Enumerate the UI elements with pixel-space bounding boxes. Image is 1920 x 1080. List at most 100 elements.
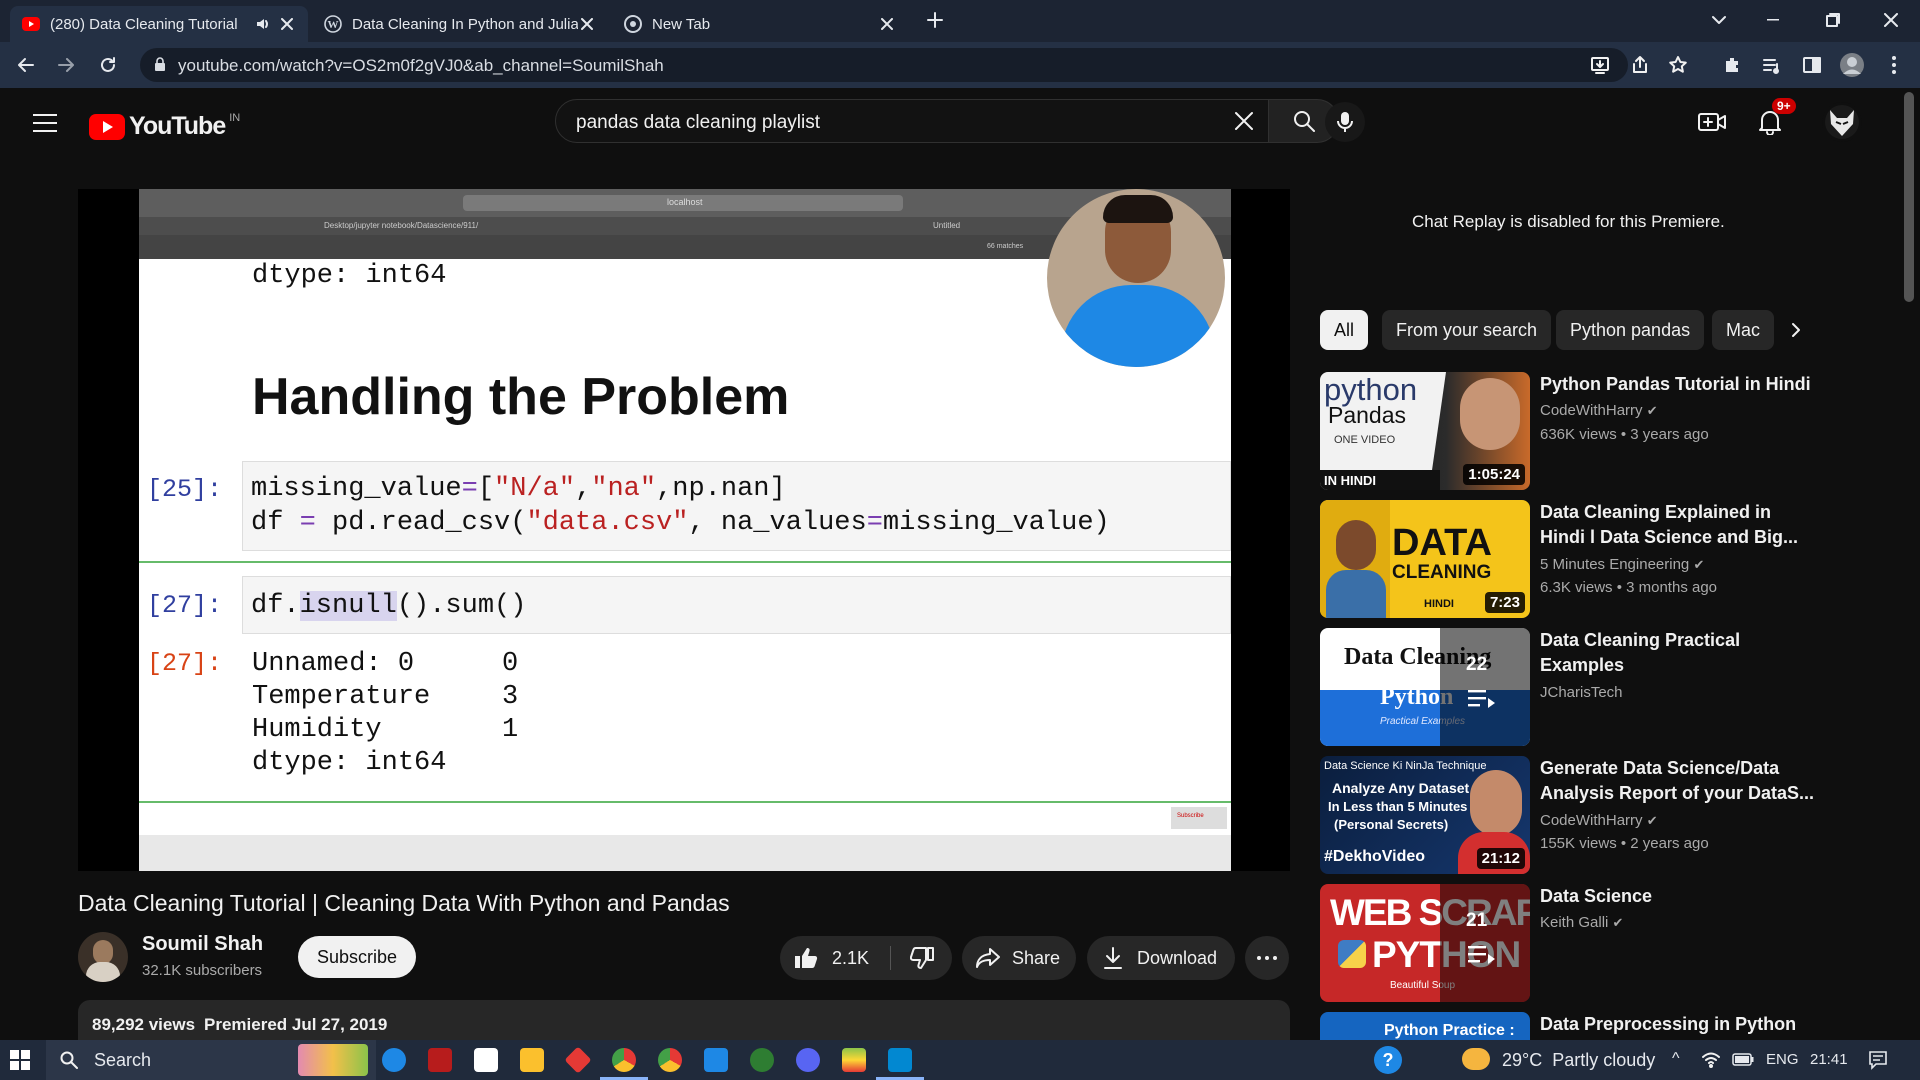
restore-icon[interactable] — [1810, 0, 1856, 40]
vscode-icon[interactable] — [888, 1048, 912, 1072]
reload-icon[interactable] — [92, 49, 124, 81]
app-icon[interactable] — [704, 1048, 728, 1072]
chip-all[interactable]: All — [1320, 310, 1369, 350]
share-page-icon[interactable] — [1630, 55, 1650, 80]
output-dtype: dtype: int64 — [252, 748, 447, 778]
account-avatar[interactable] — [1822, 102, 1862, 142]
voice-search-button[interactable] — [1325, 102, 1365, 142]
minimize-icon[interactable] — [1750, 0, 1796, 40]
bookmark-star-icon[interactable] — [1668, 55, 1688, 80]
edge-icon[interactable] — [382, 1048, 406, 1072]
xbox-icon[interactable] — [750, 1048, 774, 1072]
video-title: Python Pandas Tutorial in Hindi — [1540, 374, 1811, 394]
youtube-logo[interactable]: YouTube IN — [89, 112, 240, 141]
channel-name[interactable]: Soumil Shah — [142, 933, 263, 956]
side-panel-icon[interactable] — [1796, 49, 1828, 81]
clock-time[interactable]: 21:41 — [1810, 1051, 1848, 1068]
video-thumbnail: Python Practice : — [1320, 1012, 1530, 1040]
tab-youtube[interactable]: (280) Data Cleaning Tutorial — [10, 6, 308, 42]
close-tab-icon[interactable] — [878, 15, 896, 33]
url-text: youtube.com/watch?v=OS2m0f2gVJ0&ab_chann… — [178, 56, 664, 75]
close-tab-icon[interactable] — [578, 15, 596, 33]
recommendation-item[interactable]: python Pandas ONE VIDEO IN HINDI 1:05:24… — [1320, 372, 1820, 490]
thumb-text: CLEANING — [1392, 562, 1492, 583]
recommendation-item[interactable]: DATA CLEANING HINDI 7:23 Data Cleaning E… — [1320, 500, 1820, 618]
download-label: Download — [1137, 947, 1218, 968]
app-icon[interactable] — [428, 1048, 452, 1072]
chip-python-pandas[interactable]: Python pandas — [1556, 310, 1705, 350]
subscribe-button[interactable]: Subscribe — [298, 936, 416, 978]
speaker-icon[interactable] — [254, 15, 272, 33]
verified-icon: ✔ — [1693, 557, 1705, 572]
battery-icon[interactable] — [1732, 1053, 1754, 1066]
like-button[interactable]: 2.1K — [780, 936, 890, 980]
output-row-value: 3 — [502, 682, 519, 712]
close-tab-icon[interactable] — [278, 15, 296, 33]
chip-mac[interactable]: Mac — [1712, 310, 1774, 350]
video-title-line: Data Cleaning Practical — [1540, 630, 1741, 650]
chips-next-button[interactable] — [1776, 310, 1816, 350]
channel-label: 5 Minutes Engineering — [1540, 556, 1690, 573]
discord-icon[interactable] — [796, 1048, 820, 1072]
bluestacks-icon[interactable] — [842, 1048, 866, 1072]
thumb-text: In Less than 5 Minutes — [1328, 799, 1468, 814]
video-player[interactable]: localhost Desktop/jupyter notebook/Datas… — [78, 189, 1290, 871]
chrome-taskbar-icon[interactable] — [612, 1048, 636, 1072]
channel-label: CodeWithHarry — [1540, 812, 1643, 829]
description-box[interactable]: 89,292 views Premiered Jul 27, 2019 — [78, 1000, 1290, 1042]
tab-data-cleaning[interactable]: W Data Cleaning In Python and Julia — [312, 6, 608, 42]
more-actions-button[interactable] — [1245, 936, 1289, 980]
video-untitled-tab: Untitled — [933, 221, 961, 230]
notifications-bell-icon[interactable]: 9+ — [1752, 98, 1796, 140]
code-cell-25: missing_value=["N/a","na",np.nan] df = p… — [242, 461, 1231, 551]
output-row-name: Humidity — [252, 715, 382, 745]
share-button[interactable]: Share — [962, 936, 1076, 980]
tab-title: New Tab — [652, 15, 711, 33]
extensions-icon[interactable] — [1716, 49, 1748, 81]
page-scrollbar[interactable] — [1904, 92, 1914, 302]
recommendation-item[interactable]: WEB SCRAPING PYTHON Beautiful Soup 21 Da… — [1320, 884, 1820, 1002]
recommendation-item[interactable]: Data Cleaning Python Practical Examples … — [1320, 628, 1820, 746]
chat-replay-message: Chat Replay is disabled for this Premier… — [1412, 212, 1725, 231]
file-explorer-icon[interactable] — [520, 1048, 544, 1072]
create-video-icon[interactable] — [1694, 104, 1730, 140]
help-icon[interactable]: ? — [1374, 1046, 1402, 1074]
chrome-profile-icon[interactable] — [658, 1048, 682, 1072]
browser-menu-icon[interactable] — [1878, 49, 1910, 81]
chip-from-your-search[interactable]: From your search — [1382, 310, 1552, 350]
recommendation-item[interactable]: Data Science Ki NinJa Technique Analyze … — [1320, 756, 1820, 874]
watermark-text: Subscribe — [1177, 813, 1204, 819]
taskbar-search-box[interactable]: Search — [46, 1040, 376, 1080]
forward-icon[interactable] — [50, 49, 82, 81]
video-title: Data Preprocessing in Python — [1540, 1014, 1797, 1034]
channel-name: CodeWithHarry ✔ — [1540, 402, 1658, 419]
address-bar[interactable]: youtube.com/watch?v=OS2m0f2gVJ0&ab_chann… — [140, 48, 1687, 82]
language-indicator[interactable]: ENG — [1766, 1051, 1799, 1068]
tray-chevron-up-icon[interactable]: ^ — [1672, 1050, 1680, 1068]
recommendation-item[interactable]: Python Practice : Data Preprocessing in … — [1320, 1012, 1820, 1040]
new-tab-button[interactable] — [912, 0, 958, 40]
back-icon[interactable] — [10, 49, 42, 81]
git-icon[interactable] — [564, 1046, 592, 1074]
tab-search-icon[interactable] — [1696, 0, 1742, 40]
dislike-button[interactable] — [892, 936, 952, 980]
microsoft-store-icon[interactable] — [474, 1048, 498, 1072]
media-control-icon[interactable] — [1756, 49, 1788, 81]
profile-avatar[interactable] — [1836, 49, 1868, 81]
output-row-name: Temperature — [252, 682, 431, 712]
video-thumbnail: DATA CLEANING HINDI 7:23 — [1320, 500, 1530, 618]
install-app-icon[interactable] — [1590, 55, 1610, 80]
notification-center-icon[interactable] — [1868, 1050, 1888, 1070]
windows-start-icon[interactable] — [10, 1050, 30, 1075]
tab-new-tab[interactable]: New Tab — [612, 6, 908, 42]
clear-search-icon[interactable] — [1234, 111, 1254, 136]
logo-text: YouTube — [129, 112, 226, 140]
search-input[interactable]: pandas data cleaning playlist — [555, 99, 1269, 143]
close-window-icon[interactable] — [1868, 0, 1914, 40]
weather-text[interactable]: 29°C Partly cloudy — [1502, 1050, 1655, 1071]
wifi-icon[interactable] — [1702, 1052, 1720, 1068]
slide-dtype-top: dtype: int64 — [252, 261, 447, 291]
channel-avatar[interactable] — [78, 932, 128, 982]
hamburger-menu-icon[interactable] — [30, 108, 60, 138]
download-button[interactable]: Download — [1087, 936, 1235, 980]
